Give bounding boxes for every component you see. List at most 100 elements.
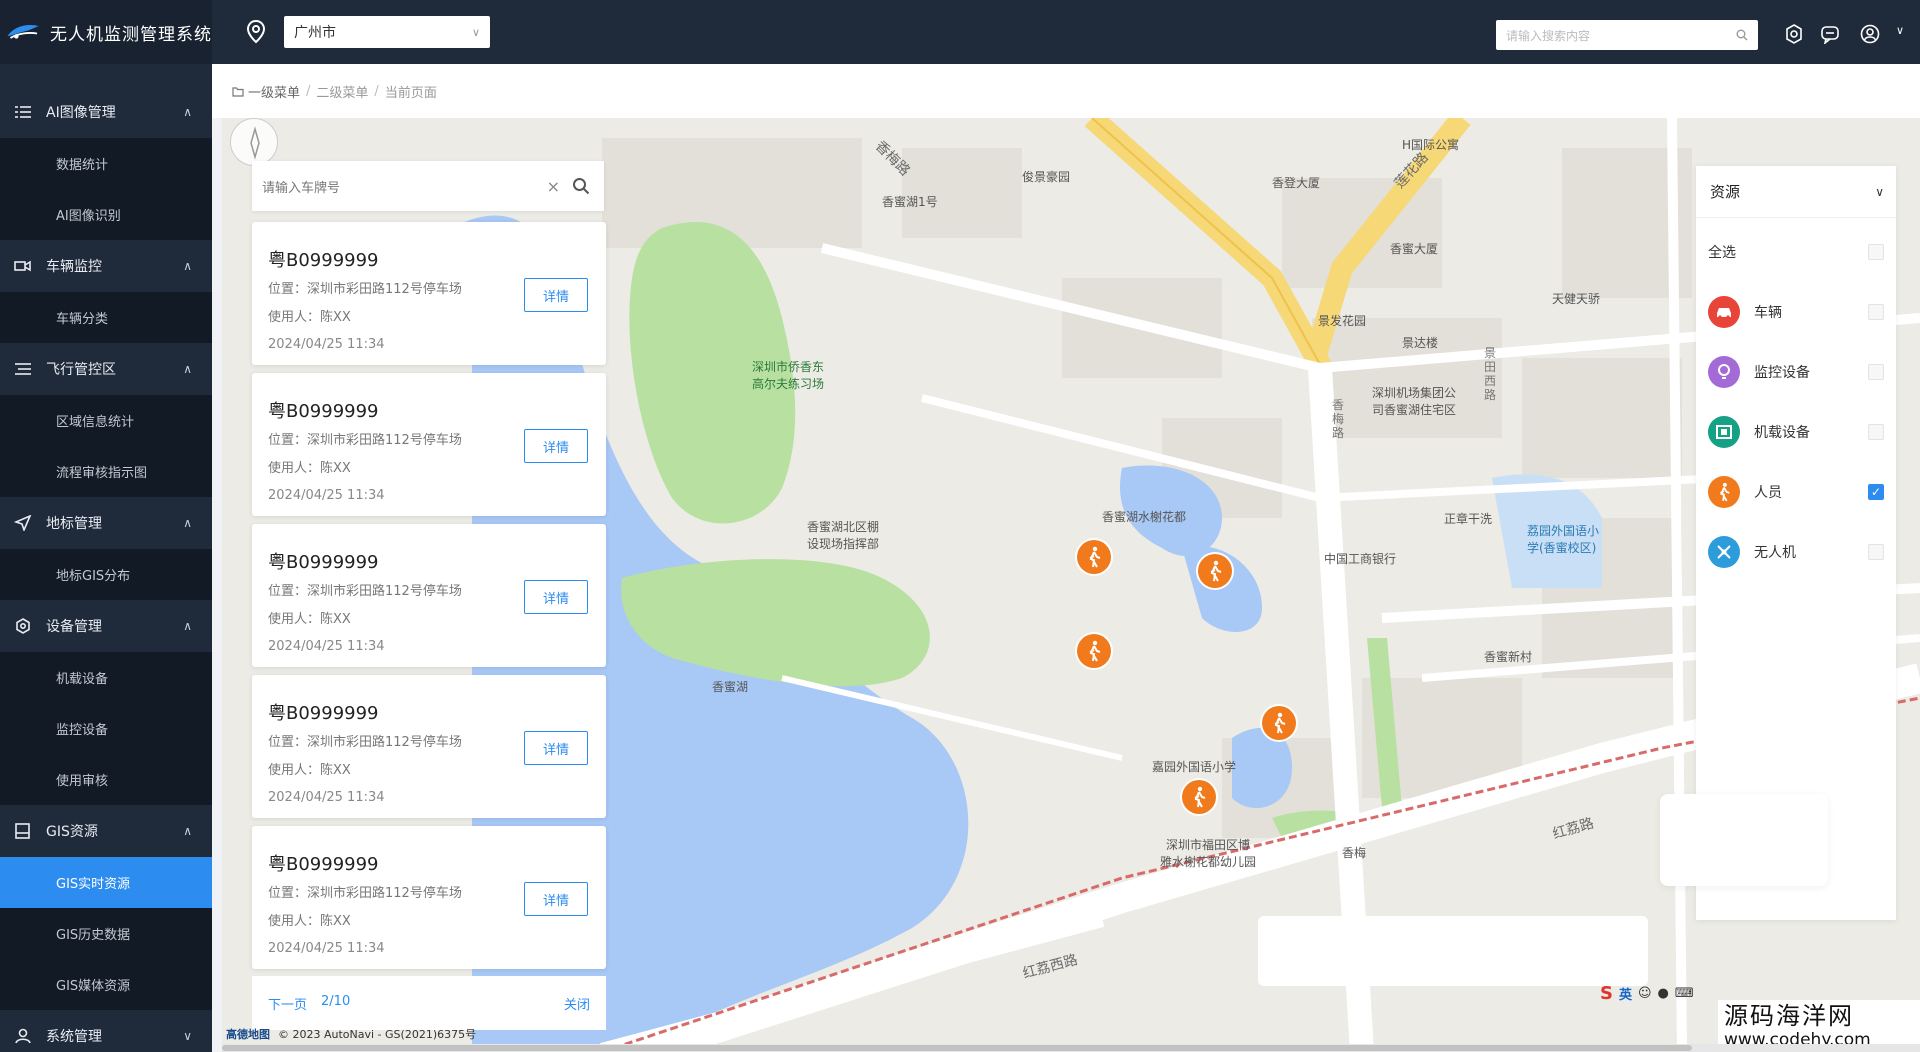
clear-icon[interactable]: ×: [547, 177, 560, 196]
resource-checkbox-checked[interactable]: ✓: [1868, 484, 1884, 500]
chevron-up-icon: ∧: [183, 362, 192, 376]
sidebar-item-landmark-gis[interactable]: 地标GIS分布: [0, 549, 212, 600]
message-icon[interactable]: [1820, 24, 1840, 44]
user-label: 使用人：: [268, 461, 321, 476]
sidebar-group-flight-control[interactable]: 飞行管控区 ∧: [0, 343, 212, 395]
horizontal-scrollbar[interactable]: [222, 1044, 1920, 1052]
sidebar-group-landmark[interactable]: 地标管理 ∧: [0, 497, 212, 549]
resource-label: 人员: [1754, 485, 1782, 501]
sidebar-item-gis-media[interactable]: GIS媒体资源: [0, 959, 212, 1010]
sidebar-item-ai-image-recognition[interactable]: AI图像识别: [0, 189, 212, 240]
compass-icon: [250, 126, 260, 160]
person-marker[interactable]: [1077, 634, 1111, 668]
user-value: 陈XX: [320, 310, 351, 325]
sidebar-item-usage-review[interactable]: 使用审核: [0, 754, 212, 805]
person-marker[interactable]: [1077, 540, 1111, 574]
resource-item-vehicle[interactable]: 车辆: [1696, 282, 1896, 342]
user-avatar-icon[interactable]: [1860, 24, 1880, 44]
sidebar-item-monitor-device[interactable]: 监控设备: [0, 703, 212, 754]
ime-mic-icon[interactable]: ●: [1658, 986, 1669, 1001]
vehicle-plate: 粤B0999999: [268, 854, 379, 875]
sidebar-item-area-stats[interactable]: 区域信息统计: [0, 395, 212, 446]
sidebar-item-gis-history[interactable]: GIS历史数据: [0, 908, 212, 959]
camera-icon: [14, 260, 31, 272]
sidebar-group-system[interactable]: 系统管理 ∨: [0, 1010, 212, 1052]
user-icon: [15, 1028, 31, 1044]
settings-gear-icon[interactable]: [1784, 24, 1804, 44]
ime-emoji-icon[interactable]: ☺: [1638, 986, 1652, 1001]
breadcrumb-level-2[interactable]: 二级菜单: [316, 82, 368, 101]
resource-checkbox[interactable]: [1868, 544, 1884, 560]
watermark-title: 源码海洋网: [1724, 1002, 1854, 1030]
list-icon: [15, 106, 31, 118]
detail-button[interactable]: 详情: [524, 429, 588, 463]
detail-button[interactable]: 详情: [524, 278, 588, 312]
map-label-station: 香梅: [1342, 846, 1367, 860]
chevron-up-icon: ∧: [183, 516, 192, 530]
brand[interactable]: 无人机监测管理系统: [0, 0, 212, 64]
resource-checkbox[interactable]: [1868, 304, 1884, 320]
person-marker[interactable]: [1262, 706, 1296, 740]
vehicle-time: 2024/04/25 11:34: [268, 790, 385, 805]
next-page-button[interactable]: 下一页: [268, 994, 307, 1013]
folder-icon: [232, 86, 244, 97]
walking-person-icon: [1194, 786, 1206, 808]
ime-logo-icon: S: [1600, 982, 1613, 1004]
resource-item-drone[interactable]: 无人机: [1696, 522, 1896, 582]
sidebar-item-vehicle-category[interactable]: 车辆分类: [0, 292, 212, 343]
sidebar-group-gis[interactable]: GIS资源 ∧: [0, 805, 212, 857]
breadcrumb-separator: /: [306, 83, 311, 99]
detail-button[interactable]: 详情: [524, 580, 588, 614]
sidebar-item-onboard-device[interactable]: 机载设备: [0, 652, 212, 703]
map-label-poi: 香蜜湖1号: [882, 195, 938, 209]
sidebar-group-vehicle-monitor[interactable]: 车辆监控 ∧: [0, 240, 212, 292]
sidebar-group-device[interactable]: 设备管理 ∧: [0, 600, 212, 652]
sidebar-group-ai-image[interactable]: AI图像管理 ∧: [0, 86, 212, 138]
detail-button[interactable]: 详情: [524, 882, 588, 916]
map-label-poi: 景达楼: [1402, 336, 1439, 350]
ime-language[interactable]: 英: [1619, 984, 1632, 1003]
sidebar-item-data-stats[interactable]: 数据统计: [0, 138, 212, 189]
city-select-value: 广州市: [294, 25, 336, 41]
ime-toolbar: S 英 ☺ ● ⌨: [1600, 980, 1694, 1006]
map-compass[interactable]: [230, 118, 278, 166]
resource-panel-header[interactable]: 资源 ∨: [1696, 166, 1896, 218]
person-marker[interactable]: [1182, 780, 1216, 814]
breadcrumb-level-1[interactable]: 一级菜单: [248, 82, 300, 101]
drone-logo-icon: [7, 25, 39, 39]
close-list-button[interactable]: 关闭: [564, 994, 590, 1013]
map-label-park: 深圳市侨香东 高尔夫练习场: [752, 360, 825, 391]
select-all-checkbox[interactable]: [1868, 244, 1884, 260]
city-select[interactable]: 广州市 ∨: [284, 16, 490, 48]
resource-item-onboard[interactable]: 机载设备: [1696, 402, 1896, 462]
user-value: 陈XX: [320, 763, 351, 778]
city-selector-wrap: 广州市 ∨: [246, 16, 490, 48]
vehicle-plate: 粤B0999999: [268, 703, 379, 724]
resource-checkbox[interactable]: [1868, 364, 1884, 380]
ime-keyboard-icon[interactable]: ⌨: [1675, 986, 1694, 1001]
sidebar-item-gis-realtime[interactable]: GIS实时资源: [0, 857, 212, 908]
map-label-poi: 荔园外国语小 学(香蜜校区): [1527, 524, 1600, 555]
chevron-down-icon: ∨: [1875, 184, 1884, 199]
global-search-input[interactable]: 请输入搜索内容: [1496, 20, 1758, 50]
resource-item-person[interactable]: 人员 ✓: [1696, 462, 1896, 522]
sidebar-item-approval-flow[interactable]: 流程审核指示图: [0, 446, 212, 497]
user-menu-chevron-icon[interactable]: ∨: [1896, 24, 1904, 37]
resource-checkbox[interactable]: [1868, 424, 1884, 440]
person-marker[interactable]: [1198, 554, 1232, 588]
page-indicator: 2/10: [321, 993, 351, 1009]
plate-search-input[interactable]: 请输入车牌号 ×: [252, 161, 604, 211]
map-label-poi: 景发花园: [1318, 314, 1367, 328]
person-icon: [1708, 476, 1740, 508]
resource-item-monitor[interactable]: 监控设备: [1696, 342, 1896, 402]
sidebar-group-label: 设备管理: [46, 619, 102, 635]
vehicle-card: 粤B0999999 位置：深圳市彩田路112号停车场 使用人：陈XX 2024/…: [252, 675, 606, 818]
scrollbar-thumb[interactable]: [222, 1045, 1692, 1051]
chevron-down-icon: ∨: [471, 25, 480, 39]
bulb-icon: [1708, 356, 1740, 388]
resource-select-all[interactable]: 全选: [1696, 222, 1896, 282]
walking-person-icon: [1089, 640, 1101, 662]
search-icon[interactable]: [572, 177, 590, 195]
search-icon[interactable]: [1736, 29, 1748, 41]
detail-button[interactable]: 详情: [524, 731, 588, 765]
